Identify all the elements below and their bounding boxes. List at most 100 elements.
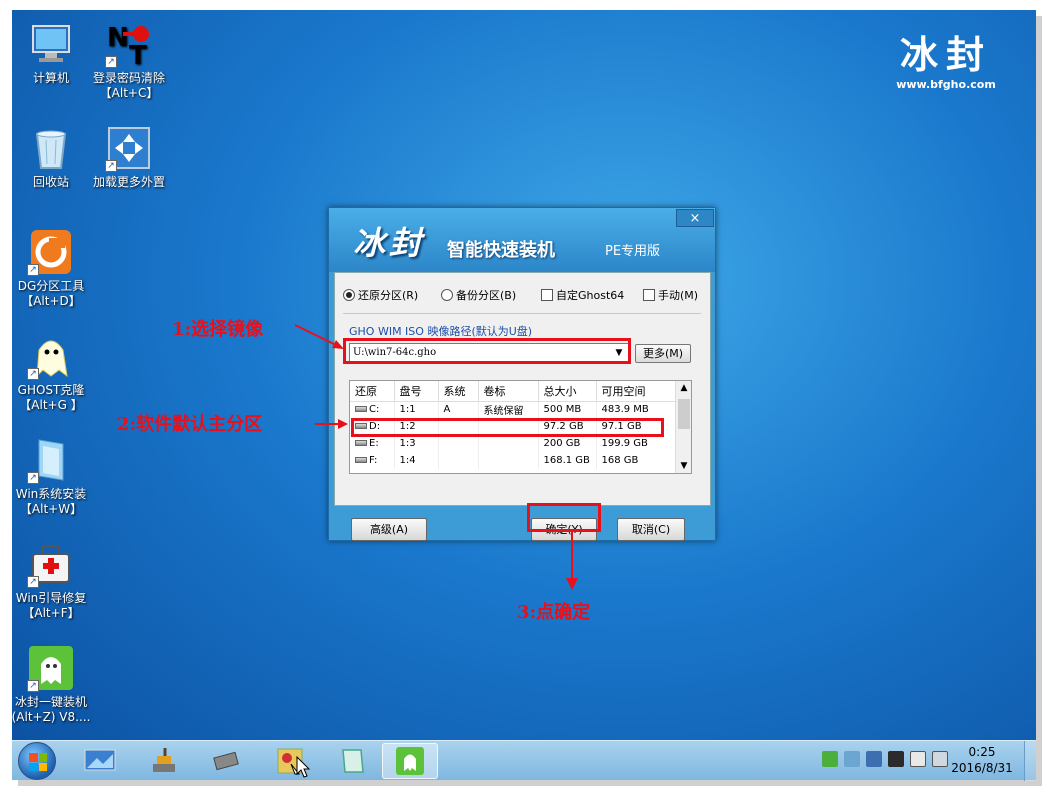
desktop-icon-computer[interactable]: 计算机 xyxy=(11,20,91,86)
cell: C: xyxy=(369,404,380,416)
cell: F: xyxy=(369,455,378,466)
list-scrollbar[interactable]: ▲ ▼ xyxy=(675,381,691,473)
installer-dialog: 冰封 智能快速装机 PE专用版 × 还原分区(R) 备份分区(B) 自定Ghos… xyxy=(328,207,716,541)
taskbar: 0:25 2016/8/31 xyxy=(12,740,1036,781)
shortcut-arrow-icon: ↗ xyxy=(27,576,39,588)
clock[interactable]: 0:25 2016/8/31 xyxy=(947,744,1017,776)
cell xyxy=(438,435,479,452)
brand-logo: 冰封 www.bfgho.com xyxy=(886,32,1006,91)
cell: 168 GB xyxy=(596,452,676,469)
advanced-button[interactable]: 高级(A) xyxy=(351,518,427,541)
shortcut-arrow-icon: ↗ xyxy=(105,56,117,68)
divider xyxy=(343,313,701,314)
desktop-icon-load-external[interactable]: ↗ 加载更多外置 xyxy=(89,124,169,190)
windows-logo-icon xyxy=(29,753,47,771)
tray-display-icon[interactable] xyxy=(888,751,904,767)
desktop-icon-label: 回收站 xyxy=(32,175,69,189)
brand-url: www.bfgho.com xyxy=(896,78,996,91)
tray-safe-remove-icon[interactable] xyxy=(844,751,860,767)
option-manual[interactable]: 手动(M) xyxy=(643,287,698,303)
system-tray xyxy=(822,751,948,767)
chevron-down-icon[interactable]: ▼ xyxy=(676,459,691,473)
desktop-icon-label: GHOST克隆 【Alt+G 】 xyxy=(17,383,85,412)
option-restore[interactable]: 还原分区(R) xyxy=(343,287,418,303)
desktop-icon-ghost[interactable]: ↗ GHOST克隆 【Alt+G 】 xyxy=(11,332,91,413)
taskbar-item-notepad[interactable] xyxy=(324,743,380,779)
tray-battery-icon[interactable] xyxy=(910,751,926,767)
table-row[interactable]: E: 1:3 200 GB 199.9 GB xyxy=(350,435,676,452)
clock-date: 2016/8/31 xyxy=(951,761,1013,775)
radio-restore[interactable] xyxy=(343,289,355,301)
annotation-step1: 1:选择镜像 xyxy=(172,319,264,340)
brush-icon xyxy=(153,748,175,772)
svg-text:T: T xyxy=(129,41,147,68)
dialog-title-brand: 冰封 xyxy=(353,224,426,262)
start-button[interactable] xyxy=(18,742,56,780)
cell: 系统保留 xyxy=(478,401,539,418)
taskbar-item-bingfeng[interactable] xyxy=(382,743,438,779)
desktop-icon-password-clear[interactable]: NT ↗ 登录密码清除 【Alt+C】 xyxy=(89,20,169,101)
checkbox-custom-ghost64[interactable] xyxy=(541,289,553,301)
boot-repair-icon: ↗ xyxy=(27,540,75,588)
chevron-up-icon[interactable]: ▲ xyxy=(676,381,691,395)
option-label: 还原分区(R) xyxy=(358,289,419,302)
cell xyxy=(438,452,479,469)
desktop-icon-label: 加载更多外置 xyxy=(92,175,165,189)
ghost-icon: ↗ xyxy=(27,332,75,380)
table-row[interactable]: F: 1:4 168.1 GB 168 GB xyxy=(350,452,676,469)
image-path-label: GHO WIM ISO 映像路径(默认为U盘) xyxy=(349,325,533,338)
taskbar-item-chip[interactable] xyxy=(198,743,254,779)
cell: 1:4 xyxy=(394,452,439,469)
dialog-body: 还原分区(R) 备份分区(B) 自定Ghost64 手动(M) GHO WIM … xyxy=(334,272,711,506)
highlight-image-path xyxy=(343,338,631,364)
cell xyxy=(478,435,539,452)
option-backup[interactable]: 备份分区(B) xyxy=(441,287,516,303)
radio-backup[interactable] xyxy=(441,289,453,301)
shortcut-arrow-icon: ↗ xyxy=(27,472,39,484)
shortcut-arrow-icon: ↗ xyxy=(27,264,39,276)
table-row[interactable]: C: 1:1 A 系统保留 500 MB 483.9 MB xyxy=(350,401,676,418)
cell: 1:1 xyxy=(394,401,439,418)
drive-icon xyxy=(355,440,367,446)
cell: 500 MB xyxy=(538,401,597,418)
shortcut-arrow-icon: ↗ xyxy=(105,160,117,172)
taskbar-item-brush[interactable] xyxy=(136,743,192,779)
cancel-button[interactable]: 取消(C) xyxy=(617,518,685,541)
tray-bingfeng-icon[interactable] xyxy=(822,751,838,767)
cell: 483.9 MB xyxy=(596,401,676,418)
desktop-icon-label: 计算机 xyxy=(32,71,69,85)
desktop-icon-diskgenius[interactable]: ↗ DG分区工具 【Alt+D】 xyxy=(11,228,91,309)
desktop-icon-boot-repair[interactable]: ↗ Win引导修复 【Alt+F】 xyxy=(11,540,91,621)
drive-icon xyxy=(355,457,367,463)
desktop-icon-recycle-bin[interactable]: 回收站 xyxy=(11,124,91,190)
desktop-icon-label: DG分区工具 【Alt+D】 xyxy=(17,279,85,308)
cell: E: xyxy=(369,438,379,449)
show-desktop-button[interactable] xyxy=(1024,741,1036,781)
bingfeng-installer-icon xyxy=(396,747,424,775)
drive-icon xyxy=(355,406,367,413)
desktop-icon-windows-install[interactable]: ↗ Win系统安装 【Alt+W】 xyxy=(11,436,91,517)
column-header: 系统 xyxy=(438,381,479,402)
column-header: 盘号 xyxy=(394,381,439,402)
bingfeng-installer-icon: ↗ xyxy=(27,644,75,692)
highlight-partition-row xyxy=(351,418,664,437)
svg-text:N: N xyxy=(107,23,129,53)
recycle-bin-icon xyxy=(27,124,75,172)
desktop-icon-bingfeng-installer[interactable]: ↗ 冰封一键装机 (Alt+Z) V8.... xyxy=(11,644,91,725)
cell: 168.1 GB xyxy=(538,452,597,469)
cell: 1:3 xyxy=(394,435,439,452)
column-header: 卷标 xyxy=(478,381,539,402)
column-header: 总大小 xyxy=(538,381,597,402)
annotation-step2: 2:软件默认主分区 xyxy=(117,414,263,435)
column-header: 可用空间 xyxy=(596,381,676,402)
more-button[interactable]: 更多(M) xyxy=(635,344,691,363)
clock-time: 0:25 xyxy=(968,745,996,759)
taskbar-item-screen[interactable] xyxy=(72,743,128,779)
checkbox-manual[interactable] xyxy=(643,289,655,301)
option-custom-ghost64[interactable]: 自定Ghost64 xyxy=(541,287,624,303)
close-button[interactable]: × xyxy=(676,209,714,227)
scroll-thumb[interactable] xyxy=(678,399,690,429)
password-clear-icon: NT ↗ xyxy=(105,20,153,71)
tray-network-icon[interactable] xyxy=(866,751,882,767)
tray-volume-muted-icon[interactable] xyxy=(932,751,948,767)
